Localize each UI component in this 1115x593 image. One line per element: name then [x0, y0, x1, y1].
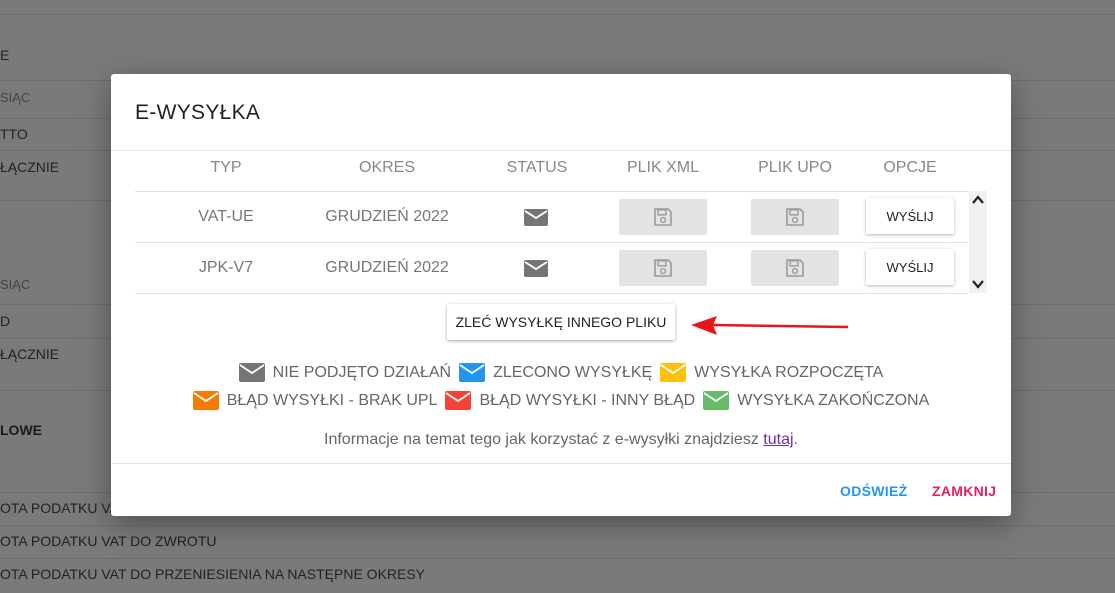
envelope-icon — [238, 363, 265, 382]
legend-row: NIE PODJĘTO DZIAŁAŃ ZLECONO WYSYŁKĘ WYSY… — [111, 363, 1011, 382]
save-icon — [786, 208, 804, 226]
envelope-icon — [703, 391, 730, 410]
xml-file-button[interactable] — [619, 250, 707, 286]
header-divider — [111, 150, 1011, 151]
column-header-status: STATUS — [506, 159, 568, 176]
table-scrollbar[interactable] — [969, 191, 987, 293]
dialog-title: E-WYSYŁKA — [135, 101, 261, 124]
chevron-up-icon[interactable] — [971, 193, 985, 207]
envelope-icon — [445, 391, 472, 410]
e-wysylka-dialog: E-WYSYŁKA TYP OKRES STATUS PLIK XML PLIK… — [111, 74, 1011, 516]
envelope-icon — [660, 363, 687, 382]
background-text: ŁĄCZNIE — [0, 159, 60, 175]
column-header-okres: OKRES — [358, 159, 416, 176]
close-button[interactable]: ZAMKNIJ — [926, 482, 1002, 500]
cell-type: JPK-V7 — [198, 259, 254, 276]
envelope-icon — [524, 209, 548, 226]
background-text: ŁĄCZNIE — [0, 346, 60, 362]
red-arrow-annotation — [691, 316, 849, 335]
order-other-file-button[interactable]: ZLEĆ WYSYŁKĘ INNEGO PLIKU — [447, 304, 675, 340]
legend-item: WYSYŁKA ROZPOCZĘTA — [660, 363, 883, 382]
background-text: LOWE — [0, 422, 42, 438]
legend-label: WYSYŁKA ROZPOCZĘTA — [694, 363, 884, 381]
cell-period: GRUDZIEŃ 2022 — [325, 208, 449, 225]
upo-file-button[interactable] — [751, 250, 839, 286]
background-text: OTA PODATKU VAT — [0, 500, 127, 516]
legend-row: BŁĄD WYSYŁKI - BRAK UPL BŁĄD WYSYŁKI - I… — [111, 391, 1011, 410]
background-text: E — [0, 47, 10, 63]
background-text: OTA PODATKU VAT DO ZWROTU — [0, 533, 217, 549]
divider — [0, 525, 1115, 526]
table-bottom-border — [135, 293, 968, 294]
footer-divider — [111, 463, 1011, 464]
column-header-plik-upo: PLIK UPO — [758, 159, 832, 176]
divider — [0, 14, 1115, 15]
tutorial-link[interactable]: tutaj — [763, 431, 793, 448]
legend-label: BŁĄD WYSYŁKI - BRAK UPL — [226, 391, 438, 409]
legend-item: WYSYŁKA ZAKOŃCZONA — [703, 391, 929, 410]
column-header-plik-xml: PLIK XML — [626, 159, 700, 176]
xml-file-button[interactable] — [619, 199, 707, 235]
legend-label: BŁĄD WYSYŁKI - INNY BŁĄD — [479, 391, 696, 409]
background-text: SIĄC — [0, 277, 31, 292]
info-text: Informacje na temat tego jak korzystać z… — [111, 431, 1011, 449]
cell-period: GRUDZIEŃ 2022 — [325, 259, 449, 276]
divider — [0, 558, 1115, 559]
background-text: TTO — [0, 126, 28, 142]
refresh-button[interactable]: ODŚWIEŻ — [834, 482, 913, 500]
column-header-opcje: OPCJE — [883, 159, 937, 176]
background-text: D — [0, 313, 11, 329]
legend-label: WYSYŁKA ZAKOŃCZONA — [737, 391, 930, 409]
info-text-body: Informacje na temat tego jak korzystać z… — [324, 431, 764, 448]
chevron-down-icon[interactable] — [971, 277, 985, 291]
table-row: VAT-UE GRUDZIEŃ 2022 WYŚLIJ — [135, 191, 968, 242]
envelope-icon — [192, 391, 219, 410]
send-button[interactable]: WYŚLIJ — [866, 249, 954, 285]
upo-file-button[interactable] — [751, 199, 839, 235]
send-button[interactable]: WYŚLIJ — [866, 198, 954, 234]
cell-type: VAT-UE — [198, 208, 254, 225]
table-row: JPK-V7 GRUDZIEŃ 2022 WYŚLIJ — [135, 242, 968, 293]
envelope-icon — [459, 363, 486, 382]
legend-item: BŁĄD WYSYŁKI - INNY BŁĄD — [445, 391, 695, 410]
legend-item: ZLECONO WYSYŁKĘ — [459, 363, 652, 382]
background-text: SIĄC — [0, 90, 31, 105]
table-header: TYP OKRES STATUS PLIK XML PLIK UPO OPCJE — [135, 159, 968, 179]
background-text: OTA PODATKU VAT DO PRZENIESIENIA NA NAST… — [0, 566, 426, 582]
save-icon — [654, 259, 672, 277]
legend-item: BŁĄD WYSYŁKI - BRAK UPL — [192, 391, 438, 410]
envelope-icon — [524, 260, 548, 277]
save-icon — [786, 259, 804, 277]
save-icon — [654, 208, 672, 226]
legend-label: ZLECONO WYSYŁKĘ — [493, 363, 653, 381]
legend-item: NIE PODJĘTO DZIAŁAŃ — [238, 363, 452, 382]
column-header-typ: TYP — [210, 159, 242, 176]
legend-label: NIE PODJĘTO DZIAŁAŃ — [272, 363, 452, 381]
info-text-end: . — [793, 431, 798, 448]
